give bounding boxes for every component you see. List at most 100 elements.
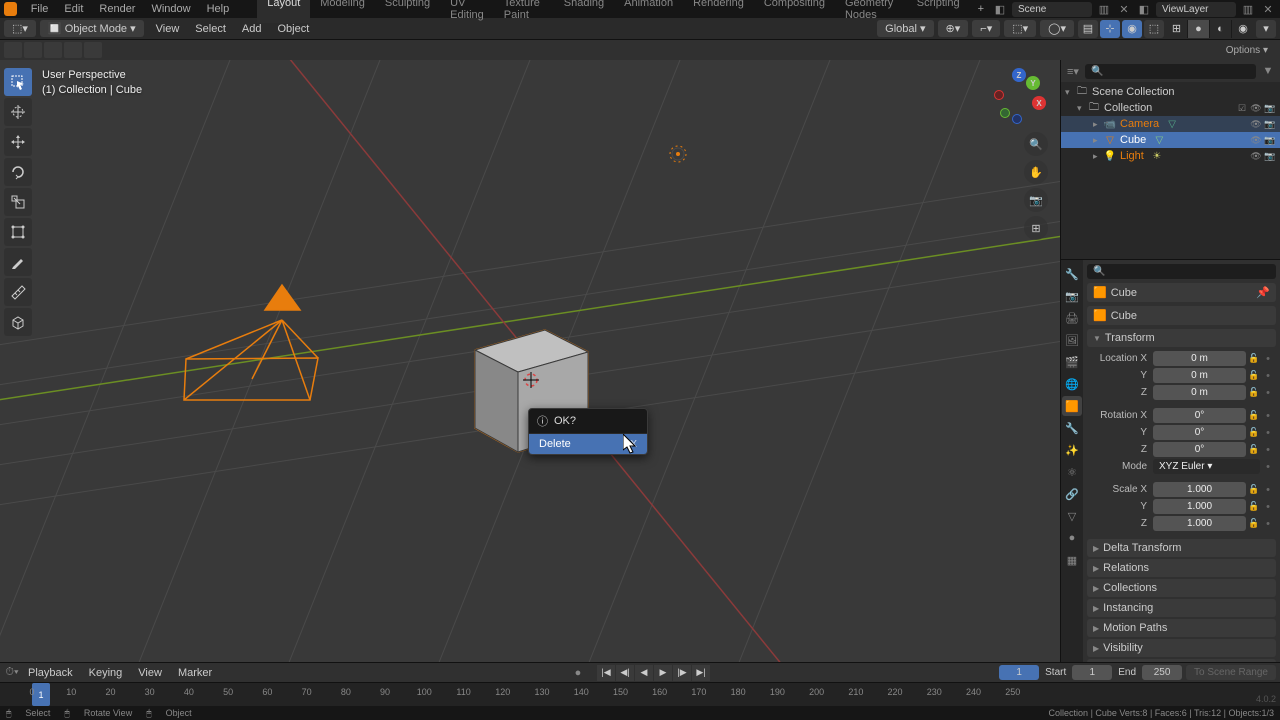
viewlayer-del-icon[interactable]: ✕ [1260, 1, 1276, 17]
menu-file[interactable]: File [23, 1, 57, 17]
scene-browse-icon[interactable]: ◧ [992, 1, 1008, 17]
timeline-marker-menu[interactable]: Marker [170, 665, 220, 681]
lock-icon[interactable]: 🔓 [1248, 444, 1260, 455]
blender-logo-icon[interactable] [4, 2, 17, 16]
prop-tab-object-icon[interactable]: 🟧 [1062, 396, 1082, 416]
menu-window[interactable]: Window [143, 1, 198, 17]
eye-toggle-icon[interactable]: 👁 [1250, 102, 1262, 114]
lock-icon[interactable]: 🔓 [1248, 501, 1260, 512]
timeline-view-menu[interactable]: View [130, 665, 170, 681]
workspace-tab-uv-editing[interactable]: UV Editing [440, 0, 494, 23]
tree-item-camera[interactable]: ▸ 📹 Camera ▽ 👁 📷 [1061, 116, 1280, 132]
tool-annotate[interactable] [4, 248, 32, 276]
scene-del-icon[interactable]: ✕ [1116, 1, 1132, 17]
start-frame-input[interactable]: 1 [1072, 665, 1112, 680]
autokey-icon[interactable]: ● [570, 665, 586, 681]
gizmo-neg-y-icon[interactable] [1000, 108, 1010, 118]
tree-item-light[interactable]: ▸ 💡 Light ☀ 👁 📷 [1061, 148, 1280, 164]
rot-x-input[interactable]: 0° [1153, 408, 1246, 423]
shade-rendered-icon[interactable]: ◉ [1232, 20, 1254, 38]
timeline-type-icon[interactable]: ⏱▾ [4, 665, 20, 681]
properties-search-input[interactable]: 🔍 [1087, 264, 1276, 279]
prop-tab-world-icon[interactable]: 🌐 [1062, 374, 1082, 394]
prop-tab-material-icon[interactable]: ● [1062, 528, 1082, 548]
workspace-tab-sculpting[interactable]: Sculpting [375, 0, 440, 23]
loc-z-input[interactable]: 0 m [1153, 385, 1246, 400]
rotation-mode-dropdown[interactable]: XYZ Euler ▾ [1153, 459, 1260, 474]
shading-options-icon[interactable]: ▾ [1256, 20, 1276, 38]
prop-tab-tool-icon[interactable]: 🔧 [1062, 264, 1082, 284]
rot-y-input[interactable]: 0° [1153, 425, 1246, 440]
panel-delta-transform[interactable]: ▶Delta Transform [1087, 539, 1276, 557]
gizmo-toggle-icon[interactable]: ⊹ [1100, 20, 1120, 38]
to-scene-range-button[interactable]: To Scene Range [1186, 665, 1276, 680]
gizmo-neg-x-icon[interactable] [994, 90, 1004, 100]
add-workspace-icon[interactable]: + [970, 1, 992, 17]
anim-dot-icon[interactable]: • [1262, 461, 1274, 473]
anim-dot-icon[interactable]: • [1262, 501, 1274, 513]
lock-icon[interactable]: 🔓 [1248, 410, 1260, 421]
rot-z-input[interactable]: 0° [1153, 442, 1246, 457]
menu-render[interactable]: Render [91, 1, 143, 17]
keyframe-prev-icon[interactable]: ◀| [616, 665, 634, 681]
eye-toggle-icon[interactable]: 👁 [1250, 118, 1262, 130]
gizmo-x-icon[interactable]: X [1032, 96, 1046, 110]
shade-material-icon[interactable]: ◐ [1210, 20, 1232, 38]
prop-tab-physics-icon[interactable]: ⚛ [1062, 462, 1082, 482]
lock-icon[interactable]: 🔓 [1248, 370, 1260, 381]
anim-dot-icon[interactable]: • [1262, 444, 1274, 456]
tree-scene-collection[interactable]: ▾ 🗀 Scene Collection [1061, 84, 1280, 100]
panel-relations[interactable]: ▶Relations [1087, 559, 1276, 577]
playhead[interactable]: 1 [32, 683, 50, 706]
viewlayer-browse-icon[interactable]: ◧ [1136, 1, 1152, 17]
keyframe-next-icon[interactable]: |▶ [673, 665, 691, 681]
gizmo-neg-z-icon[interactable] [1012, 114, 1022, 124]
shade-solid-icon[interactable]: ● [1188, 20, 1210, 38]
editor-type-dropdown[interactable]: ⬚▾ [4, 20, 36, 37]
gizmo-z-icon[interactable]: Z [1012, 68, 1026, 82]
toolopt-3[interactable] [44, 42, 62, 58]
pin-icon[interactable]: 📌 [1256, 286, 1270, 299]
snap-target-dropdown[interactable]: ⬚▾ [1004, 20, 1036, 37]
loc-y-input[interactable]: 0 m [1153, 368, 1246, 383]
camera-view-icon[interactable]: 📷 [1024, 188, 1048, 212]
exclude-toggle-icon[interactable]: ☑ [1236, 102, 1248, 114]
toolopt-4[interactable] [64, 42, 82, 58]
toolopt-5[interactable] [84, 42, 102, 58]
xray-toggle-icon[interactable]: ⬚ [1144, 20, 1164, 38]
jump-end-icon[interactable]: ▶| [692, 665, 710, 681]
header-select[interactable]: Select [187, 21, 234, 37]
outliner-filter-icon[interactable]: ▼ [1260, 63, 1276, 79]
viewlayer-new-icon[interactable]: ▥ [1240, 1, 1256, 17]
tool-add-cube[interactable] [4, 308, 32, 336]
anim-dot-icon[interactable]: • [1262, 427, 1274, 439]
overlays-toggle-icon[interactable]: ◉ [1122, 20, 1142, 38]
lock-icon[interactable]: 🔓 [1248, 484, 1260, 495]
scale-y-input[interactable]: 1.000 [1153, 499, 1246, 514]
tool-select-box[interactable] [4, 68, 32, 96]
panel-motion-paths[interactable]: ▶Motion Paths [1087, 619, 1276, 637]
timeline-keying-menu[interactable]: Keying [81, 665, 131, 681]
prop-tab-data-icon[interactable]: ▽ [1062, 506, 1082, 526]
tree-item-cube[interactable]: ▸ ▽ Cube ▽ 👁 📷 [1061, 132, 1280, 148]
orientation-dropdown[interactable]: Global ▾ [877, 20, 933, 37]
toolopt-1[interactable] [4, 42, 22, 58]
eye-toggle-icon[interactable]: 👁 [1250, 134, 1262, 146]
tool-cursor[interactable] [4, 98, 32, 126]
panel-collections[interactable]: ▶Collections [1087, 579, 1276, 597]
render-toggle-icon[interactable]: 📷 [1264, 102, 1276, 114]
toolopt-2[interactable] [24, 42, 42, 58]
lock-icon[interactable]: 🔓 [1248, 427, 1260, 438]
pan-icon[interactable]: ✋ [1024, 160, 1048, 184]
prop-tab-modifier-icon[interactable]: 🔧 [1062, 418, 1082, 438]
menu-help[interactable]: Help [199, 1, 238, 17]
gizmo-y-icon[interactable]: Y [1026, 76, 1040, 90]
play-reverse-icon[interactable]: ◀ [635, 665, 653, 681]
render-toggle-icon[interactable]: 📷 [1264, 150, 1276, 162]
timeline-playback-menu[interactable]: Playback [20, 665, 81, 681]
anim-dot-icon[interactable]: • [1262, 370, 1274, 382]
workspace-tab-animation[interactable]: Animation [614, 0, 683, 23]
mode-dropdown[interactable]: 🔲 Object Mode ▾ [40, 20, 144, 37]
workspace-tab-texture-paint[interactable]: Texture Paint [494, 0, 554, 23]
viewlayer-name-field[interactable]: ViewLayer [1156, 2, 1236, 17]
